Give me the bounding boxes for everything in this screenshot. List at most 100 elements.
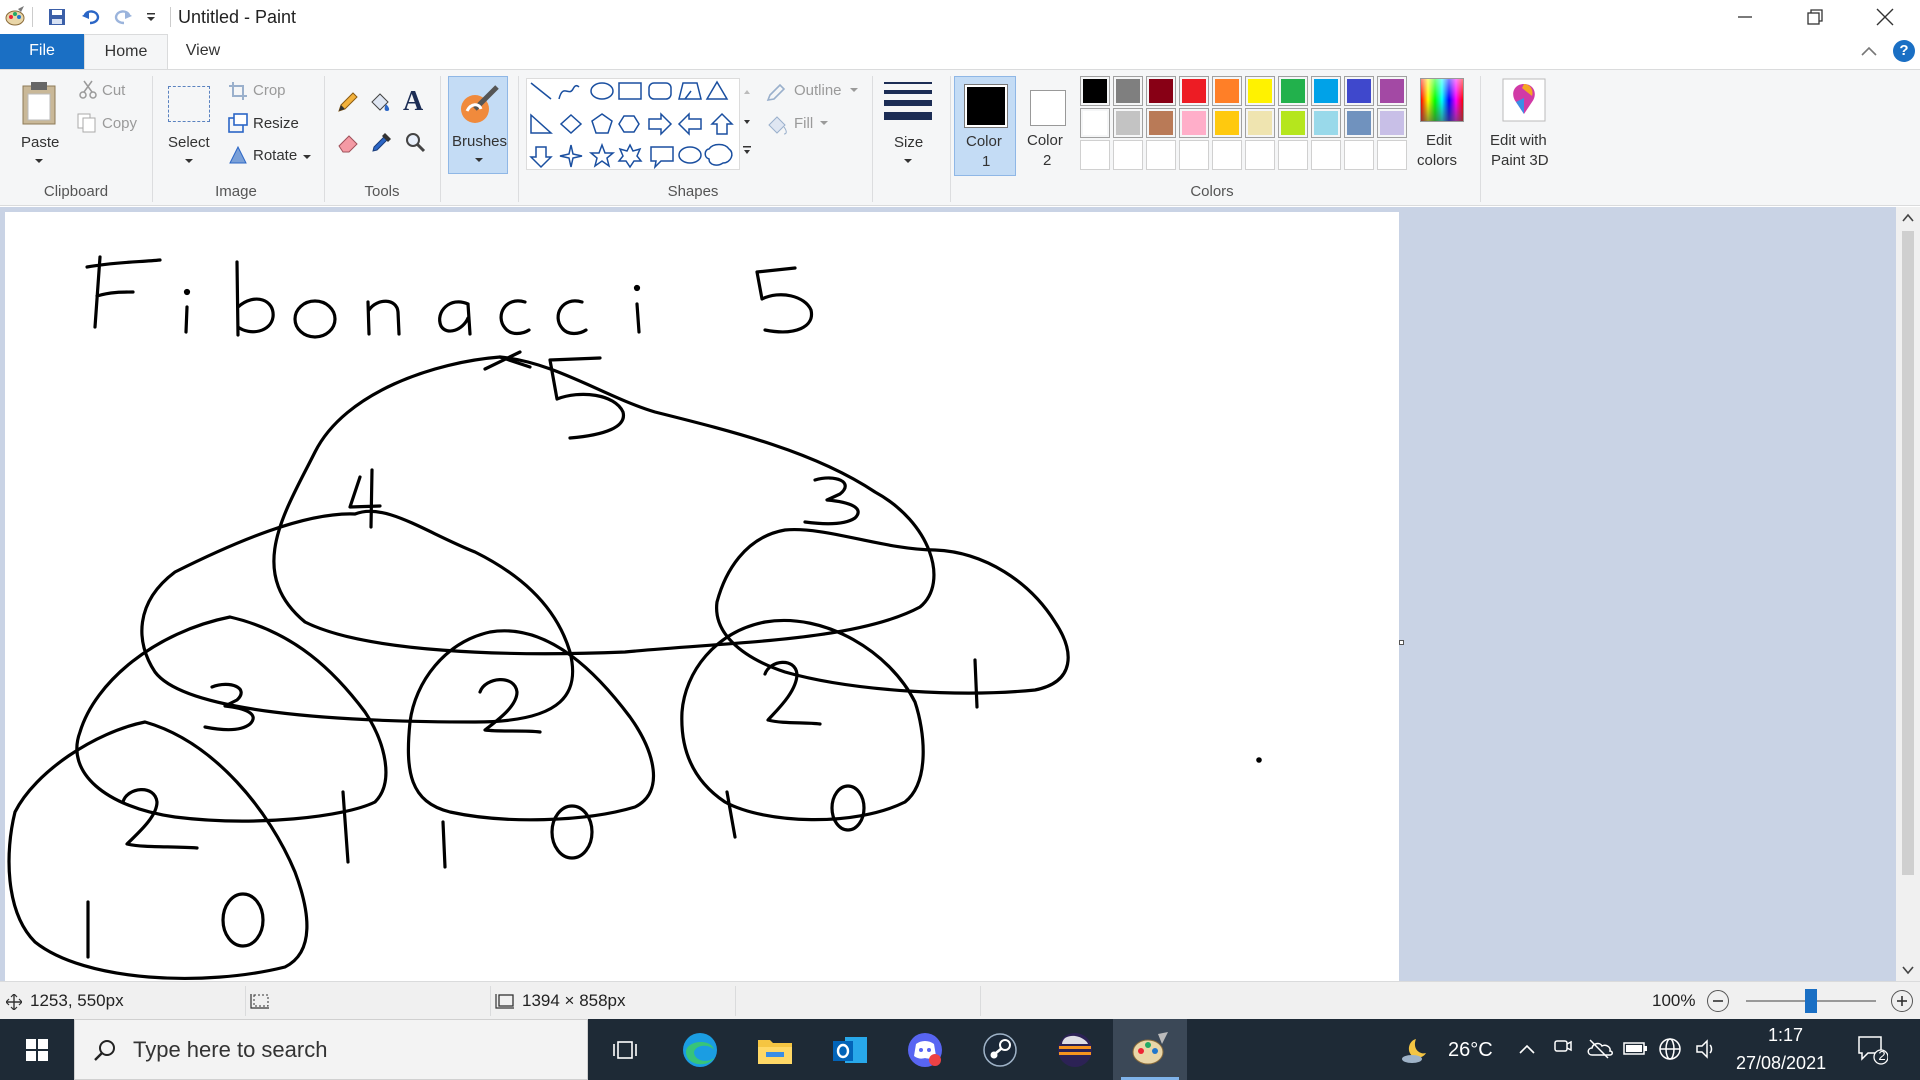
color-picker-icon[interactable]: [370, 130, 394, 154]
palette-swatch[interactable]: [1278, 140, 1308, 170]
select-button[interactable]: Select: [168, 134, 210, 151]
scroll-thumb[interactable]: [1902, 231, 1914, 875]
save-icon[interactable]: [44, 4, 70, 30]
weather-temperature[interactable]: 26°C: [1448, 1039, 1493, 1062]
palette-swatch[interactable]: [1212, 76, 1242, 106]
outline-dropdown-icon[interactable]: [850, 88, 858, 93]
palette-swatch[interactable]: [1113, 108, 1143, 138]
copy-button[interactable]: Copy: [102, 115, 137, 132]
color1-button[interactable]: Color 1: [954, 76, 1016, 176]
palette-swatch[interactable]: [1278, 76, 1308, 106]
palette-swatch[interactable]: [1311, 108, 1341, 138]
palette-swatch[interactable]: [1080, 140, 1110, 170]
palette-swatch[interactable]: [1377, 108, 1407, 138]
palette-swatch[interactable]: [1278, 108, 1308, 138]
vertical-scrollbar[interactable]: [1896, 207, 1920, 981]
onedrive-icon[interactable]: [1586, 1037, 1614, 1059]
rotate-dropdown-icon[interactable]: [302, 154, 312, 160]
paste-label[interactable]: Paste: [21, 134, 59, 151]
cut-button[interactable]: Cut: [102, 82, 125, 99]
select-icon[interactable]: [168, 86, 210, 122]
eraser-icon[interactable]: [336, 130, 360, 154]
taskbar-file-explorer[interactable]: [738, 1019, 812, 1080]
palette-swatch[interactable]: [1212, 108, 1242, 138]
start-button[interactable]: [0, 1019, 74, 1080]
tab-file[interactable]: File: [0, 34, 84, 70]
customize-quick-access-icon[interactable]: [138, 4, 164, 30]
paint-app-icon[interactable]: [2, 4, 28, 30]
restore-button[interactable]: [1780, 0, 1850, 34]
magnifier-icon[interactable]: [403, 130, 427, 154]
palette-swatch[interactable]: [1146, 76, 1176, 106]
zoom-slider-thumb[interactable]: [1805, 989, 1817, 1013]
outline-button[interactable]: Outline: [794, 82, 842, 99]
edit-with-paint3d-button[interactable]: Edit with Paint 3D: [1484, 78, 1564, 174]
meet-now-icon[interactable]: [1553, 1037, 1573, 1059]
edit-colors-button[interactable]: Edit colors: [1410, 78, 1472, 174]
drawing-canvas[interactable]: [5, 212, 1399, 981]
palette-swatch[interactable]: [1245, 76, 1275, 106]
fill-dropdown-icon[interactable]: [820, 121, 828, 126]
notification-center-button[interactable]: 2: [1856, 1033, 1889, 1069]
palette-swatch[interactable]: [1080, 76, 1110, 106]
task-view-button[interactable]: [588, 1019, 662, 1080]
paste-button[interactable]: [20, 80, 58, 130]
resize-button[interactable]: Resize: [253, 115, 299, 132]
battery-icon[interactable]: [1623, 1039, 1649, 1057]
tab-home[interactable]: Home: [84, 34, 168, 70]
taskbar-steam[interactable]: [963, 1019, 1037, 1080]
palette-swatch[interactable]: [1311, 140, 1341, 170]
taskbar-clock-time[interactable]: 1:17: [1768, 1025, 1803, 1046]
zoom-in-button[interactable]: [1891, 990, 1913, 1012]
palette-swatch[interactable]: [1080, 108, 1110, 138]
palette-swatch[interactable]: [1344, 76, 1374, 106]
palette-swatch[interactable]: [1212, 140, 1242, 170]
palette-swatch[interactable]: [1146, 108, 1176, 138]
palette-swatch[interactable]: [1113, 140, 1143, 170]
collapse-ribbon-icon[interactable]: [1860, 44, 1878, 61]
taskbar-edge[interactable]: [663, 1019, 737, 1080]
pencil-icon[interactable]: [336, 90, 360, 114]
taskbar-clock-date[interactable]: 27/08/2021: [1736, 1053, 1826, 1074]
palette-swatch[interactable]: [1344, 108, 1374, 138]
palette-swatch[interactable]: [1113, 76, 1143, 106]
palette-swatch[interactable]: [1179, 108, 1209, 138]
taskbar-discord[interactable]: [888, 1019, 962, 1080]
taskbar-paint[interactable]: [1113, 1019, 1187, 1080]
tab-view[interactable]: View: [168, 34, 238, 70]
palette-swatch[interactable]: [1179, 76, 1209, 106]
palette-swatch[interactable]: [1377, 140, 1407, 170]
shapes-gallery[interactable]: [526, 78, 740, 170]
palette-swatch[interactable]: [1245, 108, 1275, 138]
zoom-out-button[interactable]: [1707, 990, 1729, 1012]
minimize-button[interactable]: [1710, 0, 1780, 34]
select-dropdown-icon[interactable]: [184, 158, 194, 164]
palette-swatch[interactable]: [1179, 140, 1209, 170]
undo-icon[interactable]: [78, 4, 104, 30]
taskbar-eclipse[interactable]: [1038, 1019, 1112, 1080]
brushes-button[interactable]: Brushes: [448, 76, 508, 174]
fill-button[interactable]: Fill: [794, 115, 813, 132]
show-hidden-icons-icon[interactable]: [1518, 1043, 1536, 1055]
help-icon[interactable]: ?: [1893, 40, 1915, 62]
palette-swatch[interactable]: [1377, 76, 1407, 106]
redo-icon[interactable]: [110, 4, 136, 30]
rotate-button[interactable]: Rotate: [253, 147, 297, 164]
palette-swatch[interactable]: [1311, 76, 1341, 106]
volume-icon[interactable]: [1694, 1037, 1718, 1061]
shapes-scroll-icon[interactable]: [742, 86, 752, 156]
text-tool-icon[interactable]: A: [403, 86, 423, 118]
palette-swatch[interactable]: [1344, 140, 1374, 170]
palette-swatch[interactable]: [1245, 140, 1275, 170]
taskbar-outlook[interactable]: [813, 1019, 887, 1080]
canvas-resize-handle[interactable]: [1399, 640, 1404, 645]
fill-bucket-icon[interactable]: [368, 90, 392, 114]
scroll-down-icon[interactable]: [1902, 965, 1914, 975]
color2-button[interactable]: Color 2: [1018, 76, 1076, 176]
weather-moon-icon[interactable]: [1400, 1035, 1430, 1065]
scroll-up-icon[interactable]: [1902, 213, 1914, 223]
taskbar-search-box[interactable]: Type here to search: [74, 1019, 588, 1080]
size-button[interactable]: Size: [884, 80, 934, 166]
paste-dropdown-icon[interactable]: [34, 158, 44, 164]
palette-swatch[interactable]: [1146, 140, 1176, 170]
